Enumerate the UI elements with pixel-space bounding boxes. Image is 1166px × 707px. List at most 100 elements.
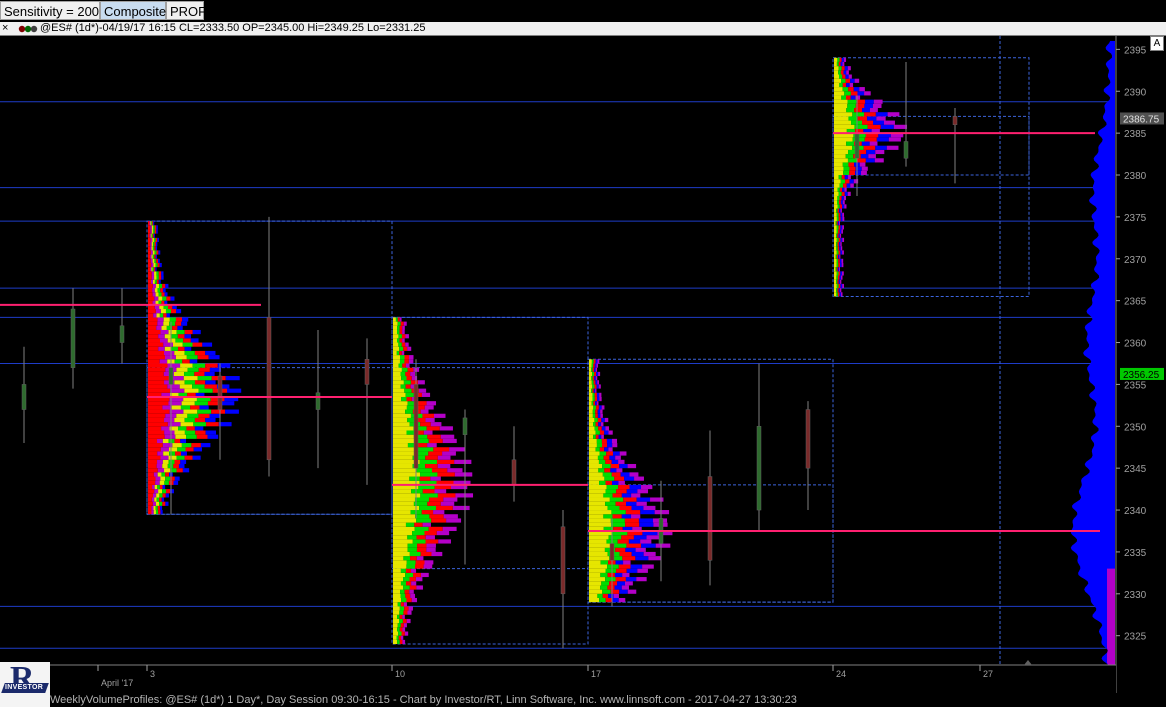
profile-segment — [184, 334, 192, 339]
profile-segment — [849, 82, 854, 88]
profile-segment — [636, 577, 647, 582]
profile-segment — [592, 367, 595, 372]
profile-segment — [186, 434, 197, 439]
profile-segment — [148, 455, 161, 460]
profile-segment — [589, 463, 603, 469]
profile-segment — [405, 392, 414, 397]
close-icon[interactable]: × — [2, 22, 13, 35]
profile-segment — [834, 137, 853, 142]
profile-segment — [603, 493, 613, 498]
profile-segment — [615, 455, 621, 460]
profile-segment — [589, 581, 602, 586]
profile-segment — [393, 346, 400, 351]
profile-segment — [589, 468, 599, 473]
profile-segment — [612, 514, 622, 519]
profile-segment — [834, 229, 837, 234]
profile-segment — [191, 443, 201, 448]
profile-segment — [184, 455, 193, 460]
profile-segment — [407, 535, 417, 540]
profile-segment — [403, 346, 408, 351]
profile-segment — [148, 413, 166, 418]
profile-segment — [159, 338, 168, 343]
prof-button[interactable]: PROF — [166, 1, 206, 20]
profile-segment — [158, 334, 165, 339]
profile-segment — [404, 388, 412, 393]
profile-segment — [183, 376, 198, 381]
profile-segment — [189, 359, 198, 364]
profile-segment — [153, 510, 156, 515]
profile-segment — [395, 317, 398, 322]
profile-segment — [834, 82, 840, 88]
profile-segment — [634, 476, 644, 481]
profile-segment — [834, 183, 840, 188]
profile-segment — [165, 476, 171, 481]
profile-segment — [393, 539, 413, 544]
profile-segment — [148, 258, 151, 263]
profile-segment — [609, 581, 618, 586]
profile-segment — [169, 321, 176, 326]
composite-button[interactable]: Composite — [100, 1, 166, 20]
profile-segment — [165, 501, 169, 506]
profile-segment — [838, 61, 841, 67]
profile-segment — [393, 543, 408, 548]
profile-segment — [834, 187, 838, 192]
profile-segment — [608, 535, 622, 540]
profile-segment — [860, 154, 869, 159]
profile-segment — [841, 78, 846, 83]
profile-segment — [619, 463, 628, 469]
profile-segment — [589, 593, 598, 598]
profile-segment — [393, 338, 397, 343]
profile-segment — [152, 484, 155, 490]
profile-segment — [604, 430, 609, 435]
profile-segment — [834, 283, 837, 289]
profile-segment — [151, 225, 154, 230]
profile-segment — [154, 275, 157, 280]
profile-segment — [455, 493, 474, 498]
profile-segment — [640, 539, 652, 544]
profile-segment — [415, 560, 425, 565]
profile-segment — [594, 396, 598, 402]
profile-segment — [842, 271, 844, 276]
profile-segment — [875, 112, 888, 117]
axis-tick-label: 2370 — [1124, 255, 1147, 266]
profile-segment — [393, 606, 400, 611]
profile-segment — [393, 413, 411, 418]
profile-segment — [601, 438, 607, 444]
profile-segment — [834, 124, 855, 129]
profile-segment — [592, 388, 594, 393]
profile-segment — [417, 443, 428, 448]
profile-segment — [625, 510, 641, 515]
profile-segment — [148, 493, 153, 498]
profile-segment — [612, 493, 622, 498]
profile-segment — [600, 585, 608, 590]
profile-segment — [393, 551, 410, 557]
profile-segment — [164, 480, 169, 485]
profile-segment — [623, 497, 637, 502]
profile-segment — [402, 325, 405, 330]
profile-segment — [155, 309, 161, 314]
profile-segment — [403, 321, 407, 326]
profile-segment — [393, 610, 400, 615]
profile-segment — [834, 292, 837, 297]
autoscale-button[interactable]: A — [1150, 36, 1164, 51]
profile-segment — [834, 195, 838, 201]
profile-segment — [397, 627, 400, 632]
profile-segment — [148, 250, 151, 255]
profile-segment — [402, 363, 406, 368]
profile-segment — [187, 413, 199, 418]
profile-segment — [589, 560, 601, 565]
profile-segment — [176, 455, 185, 460]
profile-segment — [407, 610, 412, 615]
profile-segment — [164, 355, 176, 360]
sensitivity-button[interactable]: Sensitivity = 200 — [0, 1, 100, 20]
profile-segment — [177, 325, 183, 330]
profile-segment — [850, 78, 855, 83]
profile-segment — [174, 438, 181, 444]
profile-segment — [160, 455, 169, 460]
profile-segment — [834, 250, 837, 255]
profile-segment — [152, 233, 154, 238]
price-chart[interactable]: 2325 2330 2335 2340 2345 2350 2355 2360 2365 2370… — [0, 36, 1166, 693]
profile-segment — [167, 384, 180, 389]
profile-segment — [393, 572, 406, 578]
profile-segment — [218, 422, 232, 427]
